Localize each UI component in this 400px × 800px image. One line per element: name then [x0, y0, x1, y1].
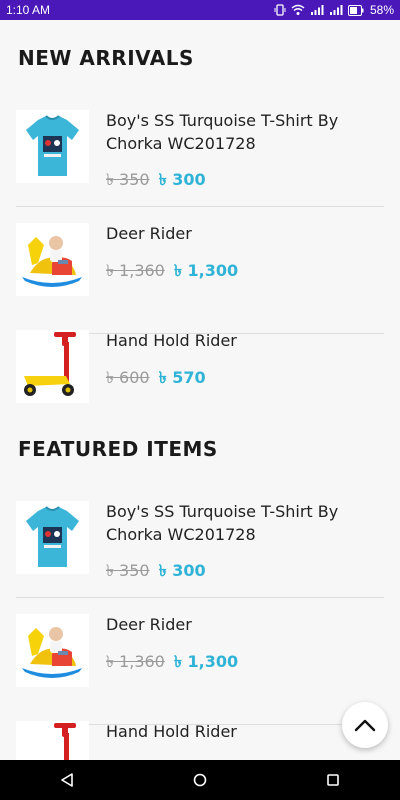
- product-image-deer-rider[interactable]: [16, 223, 89, 296]
- status-time: 1:10 AM: [6, 3, 51, 17]
- battery-icon: [347, 4, 364, 16]
- new-price: ৳ 1,300: [173, 261, 239, 280]
- vibrate-icon: [274, 4, 286, 16]
- old-price: ৳ 600: [106, 368, 150, 387]
- status-indicators: 58%: [274, 3, 394, 17]
- product-card[interactable]: Boy's SS Turquoise T-Shirt By Chorka WC2…: [16, 501, 384, 607]
- scroll-top-button[interactable]: [342, 702, 388, 748]
- product-price: ৳ 1,360 ৳ 1,300: [106, 258, 238, 285]
- product-name[interactable]: Hand Hold Rider: [106, 720, 376, 743]
- product-price: ৳ 350 ৳ 300: [106, 167, 206, 194]
- chevron-up-icon: [354, 719, 376, 732]
- product-card[interactable]: Hand Hold Rider: [16, 721, 384, 760]
- old-price: ৳ 350: [106, 170, 150, 189]
- old-price: ৳ 350: [106, 561, 150, 580]
- new-price: ৳ 570: [158, 368, 206, 387]
- product-name[interactable]: Hand Hold Rider: [106, 329, 376, 352]
- status-bar: 1:10 AM 58%: [0, 0, 400, 20]
- product-price: ৳ 350 ৳ 300: [106, 558, 206, 585]
- product-feed[interactable]: NEW ARRIVALS Boy's SS Turquoise T-Shirt …: [0, 20, 400, 760]
- product-image-tshirt[interactable]: [16, 501, 89, 574]
- back-icon: [60, 773, 73, 787]
- product-image-deer-rider[interactable]: [16, 614, 89, 687]
- nav-recents-button[interactable]: [303, 760, 363, 800]
- product-name[interactable]: Boy's SS Turquoise T-Shirt By Chorka WC2…: [106, 500, 376, 546]
- product-price: ৳ 600 ৳ 570: [106, 365, 206, 392]
- section-title-featured-items: FEATURED ITEMS: [18, 437, 218, 461]
- new-price: ৳ 1,300: [173, 652, 239, 671]
- section-title-new-arrivals: NEW ARRIVALS: [18, 46, 194, 70]
- divider: [16, 597, 384, 598]
- product-card[interactable]: Deer Rider ৳ 1,360 ৳ 1,300: [16, 613, 384, 725]
- product-card[interactable]: Hand Hold Rider ৳ 600 ৳ 570: [16, 330, 384, 436]
- product-price: ৳ 1,360 ৳ 1,300: [106, 649, 238, 676]
- product-image-scooter[interactable]: [16, 330, 89, 403]
- system-nav-bar: [0, 760, 400, 800]
- old-price: ৳ 1,360: [106, 261, 165, 280]
- recents-icon: [327, 774, 340, 786]
- old-price: ৳ 1,360: [106, 652, 165, 671]
- product-image-tshirt[interactable]: [16, 110, 89, 183]
- product-name[interactable]: Boy's SS Turquoise T-Shirt By Chorka WC2…: [106, 109, 376, 155]
- product-card[interactable]: Boy's SS Turquoise T-Shirt By Chorka WC2…: [16, 110, 384, 216]
- product-image-scooter[interactable]: [16, 721, 89, 760]
- product-card[interactable]: Deer Rider ৳ 1,360 ৳ 1,300: [16, 222, 384, 334]
- home-icon: [193, 773, 207, 787]
- new-price: ৳ 300: [158, 170, 206, 189]
- product-name[interactable]: Deer Rider: [106, 222, 376, 245]
- nav-back-button[interactable]: [37, 760, 97, 800]
- battery-percent: 58%: [369, 3, 394, 17]
- divider: [16, 206, 384, 207]
- wifi-icon: [291, 4, 305, 15]
- new-price: ৳ 300: [158, 561, 206, 580]
- signal-icon: [329, 5, 343, 15]
- status-icons: [274, 4, 364, 16]
- nav-home-button[interactable]: [170, 760, 230, 800]
- product-name[interactable]: Deer Rider: [106, 613, 376, 636]
- signal-icon: [310, 5, 324, 15]
